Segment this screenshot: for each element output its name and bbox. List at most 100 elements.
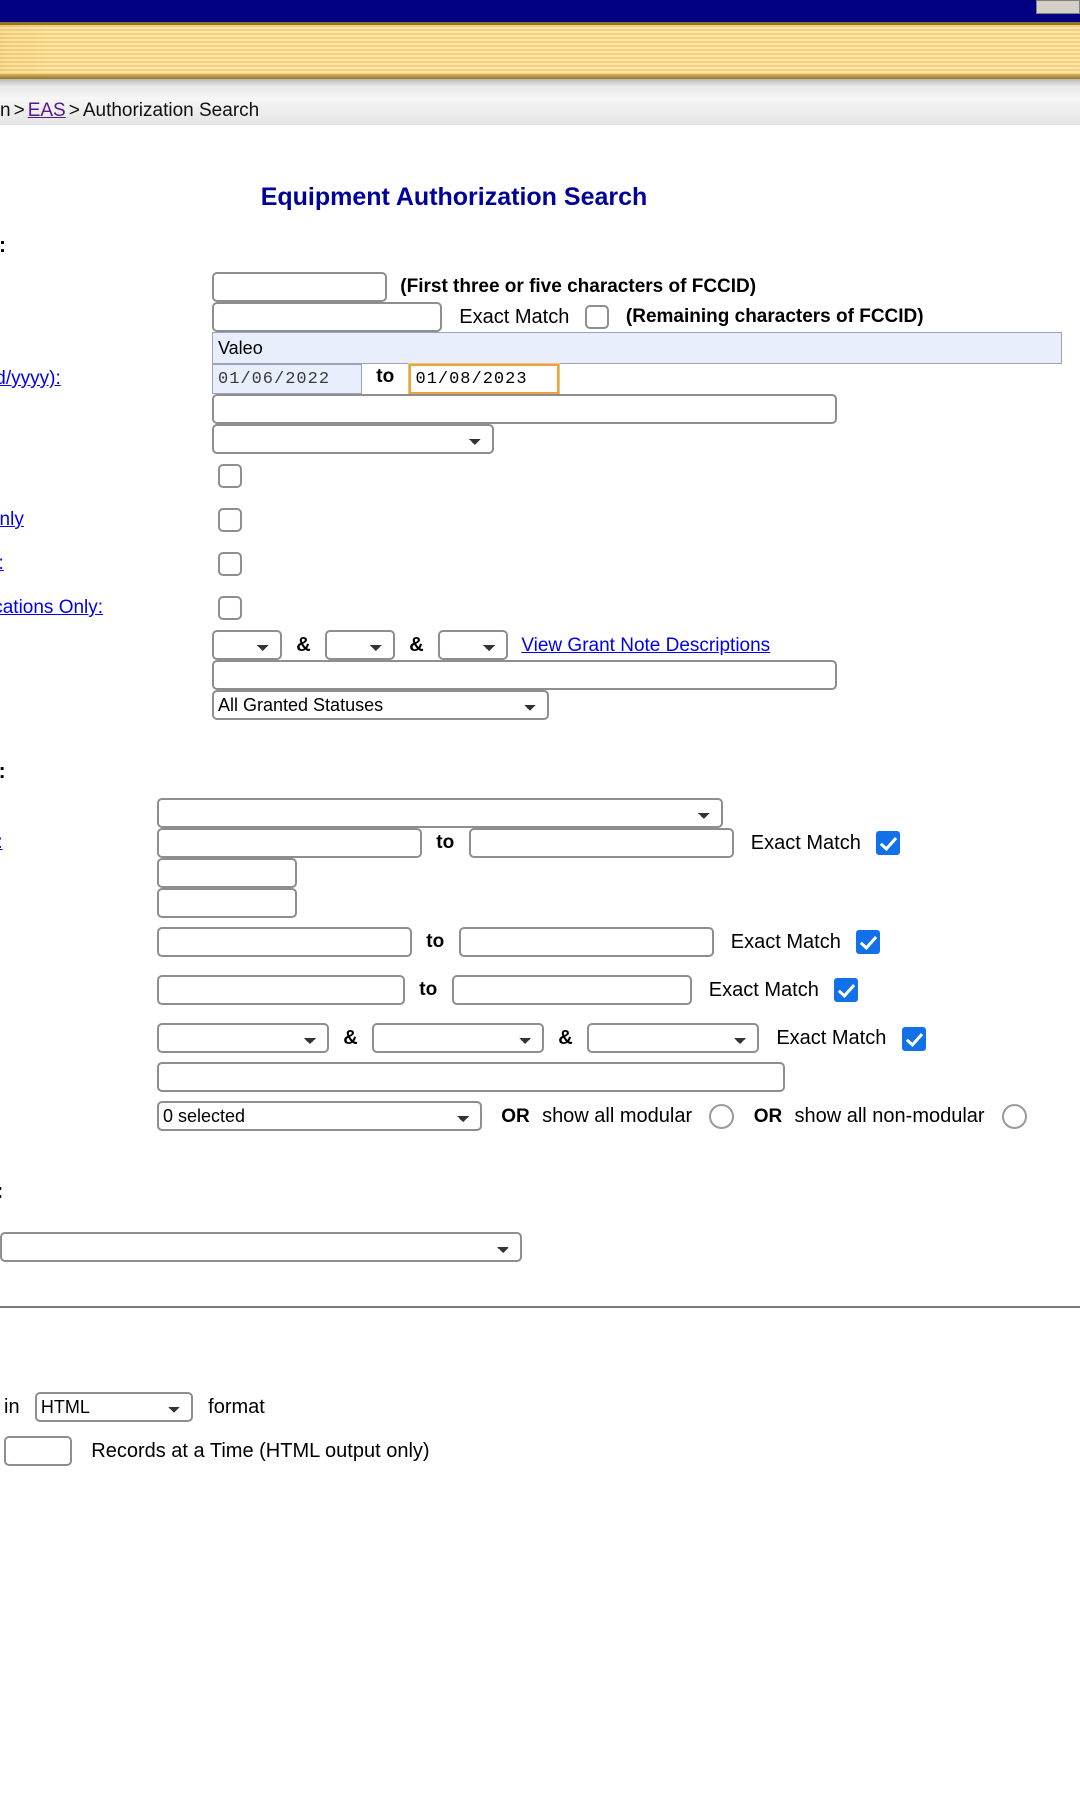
modular-type-select[interactable]: 0 selected — [157, 1101, 482, 1131]
view-grant-note-descriptions-link[interactable]: View Grant Note Descriptions — [521, 635, 770, 656]
test-firm-form: Test Firm: — [0, 1218, 1062, 1276]
label-grant-date-range[interactable]: Grant Date Range (mm/dd/yyyy): — [0, 368, 61, 389]
grant-date-to-word: to — [376, 366, 395, 388]
row-grant-notes: & & View Grant Note Descriptions — [0, 630, 1062, 660]
show-all-non-modular-label: show all non-modular — [794, 1105, 985, 1128]
grant-notes-amp-1: & — [296, 634, 311, 657]
frequency-tolerance-exact-match-checkbox[interactable] — [856, 930, 881, 955]
grantee-code-input[interactable] — [212, 272, 387, 302]
row-grantee-code: Grantee Code: (First three or five chara… — [0, 272, 1062, 302]
row-application-purpose: Application Purpose: — [0, 424, 1062, 454]
row-modular-type: Modular Type: 0 selected OR show all mod… — [0, 1092, 1062, 1140]
applicant-comments-input[interactable] — [212, 394, 837, 424]
related-applications-checkbox[interactable] — [218, 552, 242, 576]
test-firm-select[interactable] — [0, 1232, 522, 1262]
application-purpose-select[interactable] — [212, 424, 494, 454]
label-composite-applications[interactable]: Composite Applications Only — [0, 509, 24, 530]
frequency-range-exact-match-checkbox[interactable] — [876, 831, 901, 856]
rule-part-1-select[interactable] — [157, 1023, 329, 1053]
frequency-tolerance-exact-match-label: Exact Match — [730, 930, 841, 953]
row-records-per-page: Records at a Time (HTML output only) — [0, 1422, 1062, 1466]
frequency-tolerance-to-input[interactable] — [458, 927, 714, 957]
grant-date-from-input[interactable] — [212, 364, 362, 394]
grantee-name-input[interactable] — [212, 332, 1062, 364]
frequency-tolerance-to-word: to — [426, 931, 445, 953]
breadcrumb-prefix: n — [0, 100, 11, 121]
frequency-range-from-input[interactable] — [157, 828, 422, 858]
composite-applications-checkbox[interactable] — [218, 508, 242, 532]
applicant-information-heading: Applicant Information: — [0, 234, 1080, 258]
modular-or-1: OR — [501, 1105, 530, 1127]
row-grant-status: Grant Status: All Granted Statuses — [0, 690, 1062, 720]
breadcrumb-separator-2: > — [68, 100, 80, 121]
power-output-exact-match-checkbox[interactable] — [834, 978, 859, 1003]
row-composite-applications: Composite Applications Only — [0, 498, 1062, 542]
row-emission-designator: Emission Designator: — [0, 888, 1062, 918]
display-options-form: in HTML format Records at a Time (HTML o… — [0, 1392, 1062, 1466]
frequency-range-to-word: to — [436, 832, 455, 854]
row-frequency-tolerance: Frequency Tolerance to Exact Match — [0, 918, 1062, 966]
modular-or-2: OR — [753, 1105, 783, 1127]
rule-part-2-select[interactable] — [372, 1023, 545, 1053]
equipment-class-select[interactable] — [157, 798, 723, 828]
row-output-format: in HTML format — [0, 1392, 1062, 1422]
show-all-modular-radio[interactable] — [709, 1104, 735, 1130]
frequency-tolerance-from-input[interactable] — [157, 927, 412, 957]
frequency-range-exact-match-label: Exact Match — [750, 831, 861, 854]
permissive-change-applications-checkbox[interactable] — [218, 596, 242, 620]
product-code-exact-match-checkbox[interactable] — [584, 305, 609, 330]
power-output-to-input[interactable] — [451, 975, 692, 1005]
display-options-heading: Display Options: — [0, 1354, 1080, 1378]
row-equipment-description: Equipment Description: — [0, 1062, 1062, 1092]
equipment-description-input[interactable] — [157, 1062, 785, 1092]
show-all-modular-label: show all modular — [542, 1105, 693, 1128]
technical-information-form: Equipment Class: Frequency Range in MHz:… — [0, 798, 1062, 1140]
rule-parts-amp-2: & — [558, 1027, 573, 1050]
label-frequency-range[interactable]: Frequency Range in MHz: — [0, 832, 3, 853]
applicant-information-form: Grantee Code: (First three or five chara… — [0, 272, 1062, 720]
power-output-to-word: to — [419, 979, 438, 1001]
site-banner — [0, 22, 1080, 79]
show-all-non-modular-radio[interactable] — [1001, 1104, 1027, 1130]
row-product-code: Product Code: Exact Match (Remaining cha… — [0, 302, 1062, 332]
row-equipment-class: Equipment Class: — [0, 798, 1062, 828]
grant-note-1-select[interactable] — [212, 630, 282, 660]
row-rule-parts: Rule Parts (up to three): & & Exact Matc… — [0, 1014, 1062, 1062]
row-grant-notes-text — [0, 660, 1062, 690]
product-code-input[interactable] — [212, 302, 442, 332]
grant-note-3-select[interactable] — [438, 630, 509, 660]
frequency-range-to-input[interactable] — [468, 828, 734, 858]
label-permissive-change-applications[interactable]: Permissive Change Applications Only: — [0, 597, 103, 618]
row-applicant-comments: Applicant Comments: — [0, 394, 1062, 424]
breadcrumb-link-eas[interactable]: EAS — [28, 100, 66, 121]
browser-titlebar — [0, 0, 1080, 22]
grant-notes-text-input[interactable] — [212, 660, 837, 690]
row-permissive-change-applications: Permissive Change Applications Only: — [0, 586, 1062, 630]
grant-date-to-input[interactable] — [408, 364, 559, 394]
row-related-applications: Related Applications Only: — [0, 542, 1062, 586]
breadcrumb-separator-1: > — [13, 100, 25, 121]
rule-parts-exact-match-checkbox[interactable] — [901, 1026, 926, 1051]
technical-information-heading: Technical Information: — [0, 760, 1080, 784]
test-firm-information-heading: Test Firm Information: — [0, 1180, 1080, 1204]
rule-part-3-select[interactable] — [587, 1023, 760, 1053]
emission-bandwidth-input[interactable] — [157, 858, 297, 888]
breadcrumb: n > EAS > Authorization Search — [0, 97, 1080, 125]
product-code-hint: (Remaining characters of FCCID) — [625, 306, 924, 328]
label-related-applications[interactable]: Related Applications Only: — [0, 553, 4, 574]
grant-status-select[interactable]: All Granted Statuses — [212, 690, 549, 720]
row-frequency-range: Frequency Range in MHz: to Exact Match — [0, 828, 1062, 858]
rule-parts-exact-match-label: Exact Match — [776, 1027, 887, 1050]
row-emission-bandwidth: Emission Bandwidth: — [0, 858, 1062, 888]
main-content: Equipment Authorization Search Applicant… — [0, 183, 1080, 1466]
output-format-prefix: in — [4, 1396, 20, 1419]
output-format-select[interactable]: HTML — [34, 1392, 193, 1422]
power-output-from-input[interactable] — [157, 975, 405, 1005]
records-per-page-input[interactable] — [4, 1436, 72, 1466]
window-control-button[interactable] — [1036, 0, 1080, 14]
grant-note-2-select[interactable] — [325, 630, 396, 660]
software-defined-radios-checkbox[interactable] — [218, 464, 242, 488]
product-code-exact-match-label: Exact Match — [459, 305, 570, 328]
emission-designator-input[interactable] — [157, 888, 297, 918]
